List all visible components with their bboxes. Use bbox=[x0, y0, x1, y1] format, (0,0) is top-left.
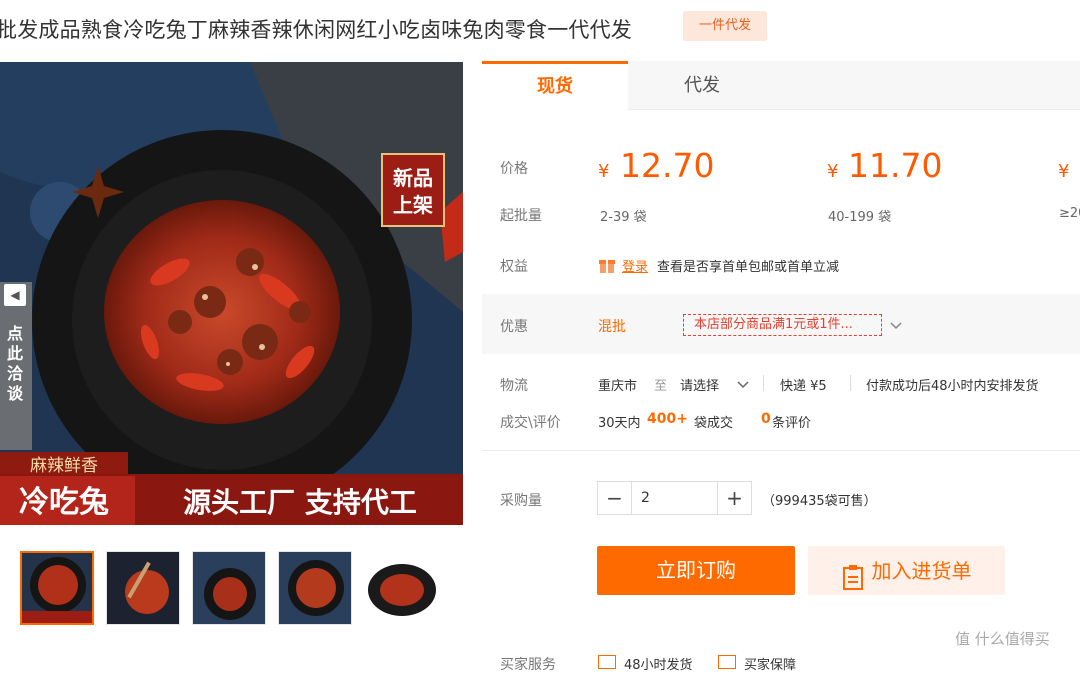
min-qty-label: 起批量 bbox=[500, 208, 542, 224]
promo-coupon-tag[interactable]: 本店部分商品满1元或1件... bbox=[683, 314, 882, 336]
price-label: 价格 bbox=[500, 161, 528, 177]
chevron-down-icon[interactable] bbox=[888, 317, 904, 333]
thumbnail-5[interactable] bbox=[364, 551, 438, 625]
clipboard-icon bbox=[842, 559, 864, 590]
consult-side-tab[interactable]: ◀ 点此洽谈 bbox=[0, 282, 32, 450]
section-divider bbox=[482, 450, 1080, 451]
buyer-service-label: 买家服务 bbox=[500, 657, 556, 673]
quantity-stepper[interactable]: − 2 + bbox=[597, 481, 752, 515]
price-tier-2: 11.70 bbox=[848, 146, 943, 185]
promo-type: 混批 bbox=[598, 319, 626, 335]
ship-to-word: 至 bbox=[654, 379, 668, 394]
thumbnail-1[interactable] bbox=[20, 551, 94, 625]
deals-unit: 袋成交 bbox=[694, 416, 734, 431]
qty-tier-1: 2-39 袋 bbox=[600, 210, 647, 225]
benefit-text: 查看是否享首单包邮或首单立减 bbox=[657, 260, 840, 275]
qty-tier-3: ≥20 bbox=[1059, 206, 1080, 221]
product-photo: 新品 上架 麻辣鲜香 冷吃兔 源头工厂 支持代工 bbox=[0, 62, 463, 525]
collapse-arrow-icon[interactable]: ◀ bbox=[4, 284, 26, 306]
promo-label: 优惠 bbox=[500, 319, 528, 335]
consult-text[interactable]: 点此洽谈 bbox=[6, 324, 24, 404]
stock-available: （999435袋可售） bbox=[762, 494, 877, 509]
price-currency: ¥ bbox=[598, 161, 610, 182]
increase-button[interactable]: + bbox=[717, 482, 751, 514]
express-fee: 快递 ¥5 bbox=[780, 379, 827, 394]
banner-top: 麻辣鲜香 bbox=[30, 456, 98, 476]
qty-tier-2: 40-199 袋 bbox=[828, 210, 892, 225]
thumbnail-2[interactable] bbox=[106, 551, 180, 625]
corner-badge-line2: 上架 bbox=[393, 193, 433, 217]
purchase-qty-label: 采购量 bbox=[500, 493, 542, 509]
banner-left: 冷吃兔 bbox=[19, 485, 109, 520]
chevron-down-icon[interactable] bbox=[736, 376, 750, 390]
buy-now-button[interactable]: 立即订购 bbox=[597, 546, 795, 595]
corner-badge-line1: 新品 bbox=[393, 166, 433, 190]
divider bbox=[850, 375, 851, 391]
banner-right: 源头工厂 支持代工 bbox=[183, 486, 417, 519]
quantity-input[interactable]: 2 bbox=[641, 482, 650, 514]
ship-time: 付款成功后48小时内安排发货 bbox=[866, 379, 1039, 394]
thumbnail-4[interactable] bbox=[278, 551, 352, 625]
gift-icon bbox=[598, 256, 616, 274]
benefit-label: 权益 bbox=[500, 259, 528, 275]
add-to-cart-label[interactable]: 加入进货单 bbox=[872, 559, 972, 583]
thumbnail-image bbox=[22, 553, 92, 623]
service-item-1: 48小时发货 bbox=[624, 658, 693, 673]
service-icon bbox=[718, 655, 736, 669]
thumbnail-image bbox=[107, 552, 179, 624]
tab-in-stock[interactable]: 现货 bbox=[482, 61, 628, 110]
reviews-unit[interactable]: 条评价 bbox=[772, 412, 811, 431]
divider bbox=[763, 375, 764, 391]
service-icon bbox=[598, 655, 616, 669]
product-title: 批发成品熟食冷吃兔丁麻辣香辣休闲网红小吃卤味兔肉零食一代代发 bbox=[0, 18, 632, 42]
logistics-label: 物流 bbox=[500, 378, 528, 394]
login-link[interactable]: 登录 bbox=[622, 256, 648, 275]
service-item-2: 买家保障 bbox=[744, 658, 797, 673]
price-tier-1: 12.70 bbox=[620, 146, 715, 185]
thumbnail-image bbox=[365, 552, 437, 624]
price-currency: ¥ bbox=[1058, 161, 1070, 182]
destination-select[interactable]: 请选择 bbox=[680, 375, 719, 394]
ship-from: 重庆市 bbox=[598, 379, 638, 394]
price-currency: ¥ bbox=[827, 161, 839, 182]
thumbnail-3[interactable] bbox=[192, 551, 266, 625]
dropship-badge: 一件代发 bbox=[683, 11, 767, 41]
deals-count: 400+ bbox=[647, 411, 688, 427]
reviews-count[interactable]: 0 bbox=[761, 411, 771, 427]
decrease-button[interactable]: − bbox=[598, 482, 632, 514]
deals-prefix: 30天内 bbox=[598, 416, 641, 431]
deals-label: 成交\评价 bbox=[500, 415, 561, 431]
site-watermark: 值 什么值得买 bbox=[955, 630, 1050, 648]
main-product-image: 新品 上架 麻辣鲜香 冷吃兔 源头工厂 支持代工 bbox=[0, 62, 463, 525]
tab-dropship[interactable]: 代发 bbox=[628, 61, 776, 110]
thumbnail-image bbox=[193, 552, 265, 624]
add-to-cart-button[interactable]: 加入进货单 bbox=[808, 546, 1005, 595]
thumbnail-image bbox=[279, 552, 351, 624]
